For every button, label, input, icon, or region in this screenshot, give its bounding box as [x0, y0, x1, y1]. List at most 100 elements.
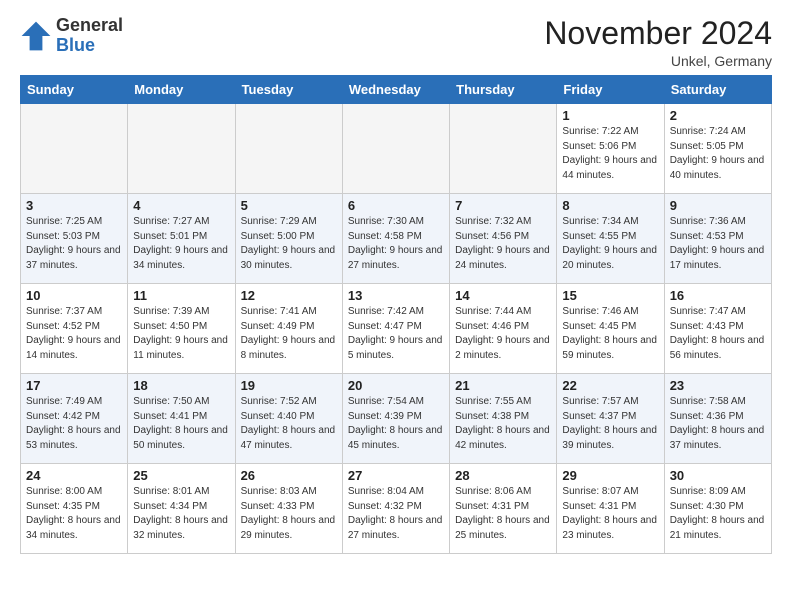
day-number: 11	[133, 288, 229, 303]
page: General Blue November 2024 Unkel, German…	[0, 0, 792, 570]
day-info: Sunrise: 8:03 AM Sunset: 4:33 PM Dayligh…	[241, 485, 337, 543]
table-row: 19 Sunrise: 7:52 AM Sunset: 4:40 PM Dayli…	[235, 374, 342, 464]
day-number: 7	[455, 198, 551, 213]
day-number: 13	[348, 288, 444, 303]
day-info: Sunrise: 7:29 AM Sunset: 5:00 PM Dayligh…	[241, 215, 337, 273]
calendar-week-row: 17 Sunrise: 7:49 AM Sunset: 4:42 PM Dayli…	[21, 374, 772, 464]
day-number: 28	[455, 468, 551, 483]
calendar-week-row: 1Sunrise: 7:22 AM Sunset: 5:06 PM Daylig…	[21, 104, 772, 194]
day-info: Sunrise: 7:57 AM Sunset: 4:37 PM Dayligh…	[562, 395, 658, 453]
day-info: Sunrise: 7:32 AM Sunset: 4:56 PM Dayligh…	[455, 215, 551, 273]
table-row	[235, 104, 342, 194]
calendar-week-row: 24Sunrise: 8:00 AM Sunset: 4:35 PM Dayli…	[21, 464, 772, 554]
table-row: 27 Sunrise: 8:04 AM Sunset: 4:32 PM Dayli…	[342, 464, 449, 554]
day-info: Sunrise: 7:58 AM Sunset: 4:36 PM Dayligh…	[670, 395, 766, 453]
day-info: Sunrise: 7:41 AM Sunset: 4:49 PM Dayligh…	[241, 305, 337, 363]
table-row: 14Sunrise: 7:44 AM Sunset: 4:46 PM Dayli…	[450, 284, 557, 374]
day-info: Sunrise: 7:47 AM Sunset: 4:43 PM Dayligh…	[670, 305, 766, 363]
day-number: 3	[26, 198, 122, 213]
col-monday: Monday	[128, 76, 235, 104]
day-number: 5	[241, 198, 337, 213]
day-number: 26	[241, 468, 337, 483]
day-number: 17	[26, 378, 122, 393]
calendar-header-row: Sunday Monday Tuesday Wednesday Thursday…	[21, 76, 772, 104]
day-number: 16	[670, 288, 766, 303]
calendar-week-row: 3 Sunrise: 7:25 AM Sunset: 5:03 PM Daylig…	[21, 194, 772, 284]
day-number: 8	[562, 198, 658, 213]
table-row: 28 Sunrise: 8:06 AM Sunset: 4:31 PM Dayli…	[450, 464, 557, 554]
logo-text: General Blue	[56, 16, 123, 56]
day-info: Sunrise: 8:04 AM Sunset: 4:32 PM Dayligh…	[348, 485, 444, 543]
month-title: November 2024	[544, 16, 772, 51]
table-row: 6 Sunrise: 7:30 AM Sunset: 4:58 PM Daylig…	[342, 194, 449, 284]
logo-blue: Blue	[56, 35, 95, 55]
day-info: Sunrise: 7:36 AM Sunset: 4:53 PM Dayligh…	[670, 215, 766, 273]
day-info: Sunrise: 7:55 AM Sunset: 4:38 PM Dayligh…	[455, 395, 551, 453]
table-row: 15 Sunrise: 7:46 AM Sunset: 4:45 PM Dayli…	[557, 284, 664, 374]
day-number: 2	[670, 108, 766, 123]
day-number: 27	[348, 468, 444, 483]
day-number: 10	[26, 288, 122, 303]
day-number: 1	[562, 108, 658, 123]
table-row: 12 Sunrise: 7:41 AM Sunset: 4:49 PM Dayli…	[235, 284, 342, 374]
logo-general: General	[56, 15, 123, 35]
table-row: 30 Sunrise: 8:09 AM Sunset: 4:30 PM Dayli…	[664, 464, 771, 554]
logo: General Blue	[20, 16, 123, 56]
header: General Blue November 2024 Unkel, German…	[20, 16, 772, 69]
day-info: Sunrise: 8:07 AM Sunset: 4:31 PM Dayligh…	[562, 485, 658, 543]
day-info: Sunrise: 7:46 AM Sunset: 4:45 PM Dayligh…	[562, 305, 658, 363]
table-row: 26 Sunrise: 8:03 AM Sunset: 4:33 PM Dayli…	[235, 464, 342, 554]
day-info: Sunrise: 7:50 AM Sunset: 4:41 PM Dayligh…	[133, 395, 229, 453]
day-number: 9	[670, 198, 766, 213]
day-info: Sunrise: 7:25 AM Sunset: 5:03 PM Dayligh…	[26, 215, 122, 273]
table-row	[450, 104, 557, 194]
table-row: 23 Sunrise: 7:58 AM Sunset: 4:36 PM Dayli…	[664, 374, 771, 464]
col-friday: Friday	[557, 76, 664, 104]
day-number: 30	[670, 468, 766, 483]
table-row: 21 Sunrise: 7:55 AM Sunset: 4:38 PM Dayli…	[450, 374, 557, 464]
day-number: 14	[455, 288, 551, 303]
title-block: November 2024 Unkel, Germany	[544, 16, 772, 69]
table-row	[128, 104, 235, 194]
day-number: 29	[562, 468, 658, 483]
day-info: Sunrise: 7:42 AM Sunset: 4:47 PM Dayligh…	[348, 305, 444, 363]
day-number: 4	[133, 198, 229, 213]
logo-icon	[20, 20, 52, 52]
table-row: 16 Sunrise: 7:47 AM Sunset: 4:43 PM Dayli…	[664, 284, 771, 374]
col-saturday: Saturday	[664, 76, 771, 104]
day-info: Sunrise: 7:49 AM Sunset: 4:42 PM Dayligh…	[26, 395, 122, 453]
calendar: Sunday Monday Tuesday Wednesday Thursday…	[20, 75, 772, 554]
day-number: 6	[348, 198, 444, 213]
day-number: 23	[670, 378, 766, 393]
day-info: Sunrise: 7:52 AM Sunset: 4:40 PM Dayligh…	[241, 395, 337, 453]
table-row: 8 Sunrise: 7:34 AM Sunset: 4:55 PM Daylig…	[557, 194, 664, 284]
table-row: 29 Sunrise: 8:07 AM Sunset: 4:31 PM Dayli…	[557, 464, 664, 554]
table-row	[21, 104, 128, 194]
day-info: Sunrise: 8:06 AM Sunset: 4:31 PM Dayligh…	[455, 485, 551, 543]
day-number: 22	[562, 378, 658, 393]
day-number: 18	[133, 378, 229, 393]
table-row: 20Sunrise: 7:54 AM Sunset: 4:39 PM Dayli…	[342, 374, 449, 464]
day-info: Sunrise: 7:30 AM Sunset: 4:58 PM Dayligh…	[348, 215, 444, 273]
table-row: 7 Sunrise: 7:32 AM Sunset: 4:56 PM Daylig…	[450, 194, 557, 284]
table-row: 2Sunrise: 7:24 AM Sunset: 5:05 PM Daylig…	[664, 104, 771, 194]
day-info: Sunrise: 7:39 AM Sunset: 4:50 PM Dayligh…	[133, 305, 229, 363]
day-info: Sunrise: 8:09 AM Sunset: 4:30 PM Dayligh…	[670, 485, 766, 543]
day-number: 19	[241, 378, 337, 393]
table-row: 5 Sunrise: 7:29 AM Sunset: 5:00 PM Daylig…	[235, 194, 342, 284]
table-row: 11 Sunrise: 7:39 AM Sunset: 4:50 PM Dayli…	[128, 284, 235, 374]
table-row: 13 Sunrise: 7:42 AM Sunset: 4:47 PM Dayli…	[342, 284, 449, 374]
day-number: 21	[455, 378, 551, 393]
col-tuesday: Tuesday	[235, 76, 342, 104]
table-row: 17 Sunrise: 7:49 AM Sunset: 4:42 PM Dayli…	[21, 374, 128, 464]
day-number: 24	[26, 468, 122, 483]
table-row: 4Sunrise: 7:27 AM Sunset: 5:01 PM Daylig…	[128, 194, 235, 284]
table-row: 10Sunrise: 7:37 AM Sunset: 4:52 PM Dayli…	[21, 284, 128, 374]
day-number: 12	[241, 288, 337, 303]
day-info: Sunrise: 8:01 AM Sunset: 4:34 PM Dayligh…	[133, 485, 229, 543]
table-row: 18 Sunrise: 7:50 AM Sunset: 4:41 PM Dayli…	[128, 374, 235, 464]
day-info: Sunrise: 7:34 AM Sunset: 4:55 PM Dayligh…	[562, 215, 658, 273]
table-row: 22 Sunrise: 7:57 AM Sunset: 4:37 PM Dayli…	[557, 374, 664, 464]
table-row: 1Sunrise: 7:22 AM Sunset: 5:06 PM Daylig…	[557, 104, 664, 194]
day-number: 15	[562, 288, 658, 303]
